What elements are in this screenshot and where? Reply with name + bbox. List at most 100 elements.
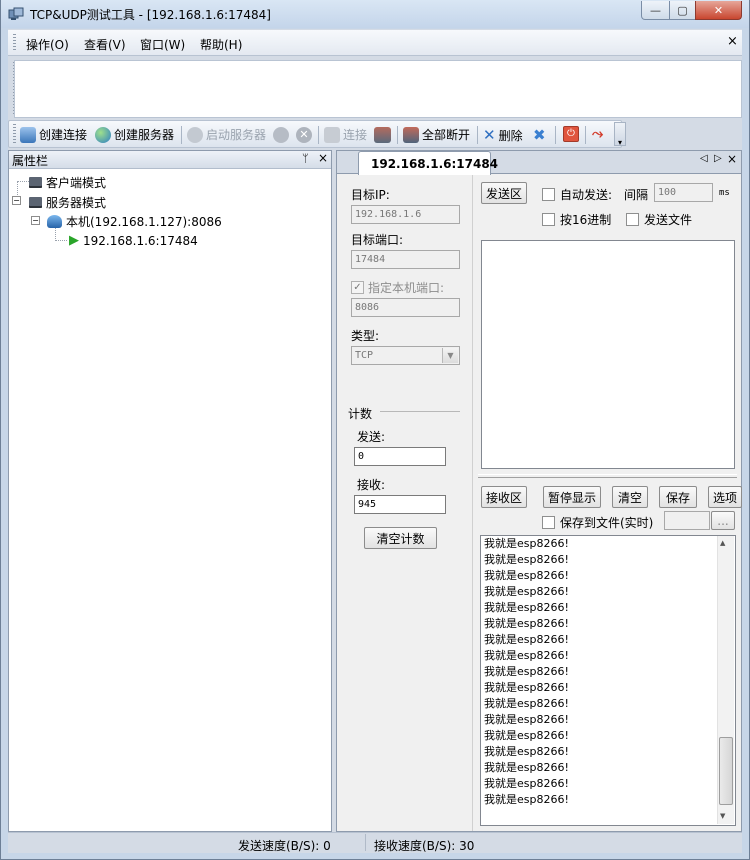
target-port-field[interactable]: 17484 (351, 250, 460, 269)
save-button[interactable]: 保存 (659, 486, 697, 508)
exit-icon[interactable]: ⤳ (592, 126, 603, 142)
local-port-check-label: 指定本机端口: (368, 281, 445, 295)
power-icon[interactable]: ⏻ (563, 126, 579, 142)
server-mode-label: 服务器模式 (46, 196, 107, 210)
local-host-label: 本机(192.168.1.127):8086 (66, 215, 222, 229)
recv-line: 我就是esp8266! (484, 729, 569, 742)
save-realtime-checkbox[interactable]: 保存到文件(实时) (542, 514, 653, 531)
pin-icon[interactable]: ᛘ (302, 152, 309, 165)
auto-send-checkbox[interactable]: 自动发送: (542, 186, 612, 203)
checkbox-icon (542, 213, 555, 226)
tree-item-remote-peer[interactable]: ▶ 192.168.1.6:17484 (69, 233, 198, 248)
empty-band (14, 60, 742, 118)
toolbar-separator (555, 126, 556, 144)
minimize-button[interactable]: — (641, 1, 670, 20)
tree-item-local-host[interactable]: 本机(192.168.1.127):8086 (47, 213, 222, 230)
status-divider (365, 834, 366, 851)
tab-label: 192.168.1.6:17484 (371, 156, 499, 171)
delete-button[interactable]: ✕ 删除 (483, 126, 523, 144)
save-realtime-label: 保存到文件(实时) (560, 516, 654, 530)
send-area-button[interactable]: 发送区 (481, 182, 527, 204)
hex-checkbox[interactable]: 按16进制 (542, 211, 611, 228)
type-label: 类型: (351, 329, 380, 343)
clear-count-button[interactable]: 清空计数 (364, 527, 437, 549)
menu-view[interactable]: 查看(V) (84, 36, 126, 53)
panel-close-icon[interactable]: × (318, 151, 328, 165)
disconnect-all-button[interactable]: 全部断开 (403, 126, 470, 143)
close-window-button[interactable]: ✕ (695, 1, 742, 20)
tab-session[interactable]: 192.168.1.6:17484 (358, 151, 498, 175)
recv-line: 我就是esp8266! (484, 665, 569, 678)
connect-label: 连接 (343, 128, 368, 142)
menu-close-icon[interactable]: × (727, 34, 738, 49)
stop-server-icon[interactable] (273, 127, 289, 143)
disconnect-all-label: 全部断开 (422, 128, 471, 142)
menu-operate[interactable]: 操作(O) (26, 36, 69, 53)
tree-item-client-mode[interactable]: 客户端模式 (29, 174, 106, 191)
scroll-up-icon[interactable]: ▲ (720, 539, 725, 547)
count-group-title: 计数 (348, 407, 373, 421)
delete-all-icon[interactable]: ✖ (533, 126, 546, 144)
tab-prev-icon[interactable]: ◁ (700, 153, 708, 164)
interval-label: 间隔 (624, 188, 649, 202)
send-textarea[interactable] (481, 240, 735, 469)
auto-send-label: 自动发送: (560, 188, 613, 202)
send-count-field[interactable]: 0 (354, 447, 446, 466)
toolbar-grip[interactable] (13, 124, 16, 144)
start-server-button[interactable]: 启动服务器 (187, 126, 266, 143)
recv-line: 我就是esp8266! (484, 585, 569, 598)
menu-window[interactable]: 窗口(W) (140, 36, 185, 53)
local-port-field[interactable]: 8086 (351, 298, 460, 317)
options-button[interactable]: 选项 (708, 486, 742, 508)
recv-count-field[interactable]: 945 (354, 495, 446, 514)
target-ip-field[interactable]: 192.168.1.6 (351, 205, 460, 224)
local-port-checkbox[interactable]: ✓ 指定本机端口: (351, 279, 444, 296)
tree-item-server-mode[interactable]: 服务器模式 (29, 194, 106, 211)
disconnect-all-icon (403, 126, 419, 143)
recv-area-button[interactable]: 接收区 (481, 486, 527, 508)
create-server-button[interactable]: 创建服务器 (95, 126, 174, 143)
send-file-checkbox[interactable]: 发送文件 (626, 211, 692, 228)
recv-line: 我就是esp8266! (484, 745, 569, 758)
users-icon (47, 215, 62, 228)
connect-icon (324, 126, 340, 143)
splitter[interactable] (478, 474, 737, 478)
recv-line: 我就是esp8266! (484, 777, 569, 790)
recv-textarea[interactable]: 我就是esp8266! 我就是esp8266! 我就是esp8266! 我就是e… (481, 536, 717, 824)
maximize-button[interactable]: ▢ (669, 1, 696, 20)
scroll-thumb[interactable] (719, 737, 733, 805)
save-path-field[interactable] (664, 511, 710, 530)
menu-help[interactable]: 帮助(H) (200, 36, 242, 53)
recv-line: 我就是esp8266! (484, 713, 569, 726)
toolbar-overflow-icon[interactable]: ▾ (614, 122, 626, 147)
users-icon (187, 126, 203, 143)
interval-unit: ms (719, 188, 730, 198)
recv-line: 我就是esp8266! (484, 793, 569, 806)
target-port-label: 目标端口: (351, 233, 404, 247)
scroll-down-icon[interactable]: ▼ (720, 812, 725, 820)
browse-button[interactable]: ... (711, 511, 735, 530)
clear-recv-button[interactable]: 清空 (612, 486, 648, 508)
recv-line: 我就是esp8266! (484, 601, 569, 614)
new-connection-icon (20, 126, 36, 143)
tree-collapse-toggle[interactable]: − (31, 216, 40, 225)
menu-grip[interactable] (13, 34, 16, 52)
create-connection-button[interactable]: 创建连接 (20, 126, 87, 143)
window-title: TCP&UDP测试工具 - [192.168.1.6:17484] (30, 8, 271, 22)
computer-icon (29, 177, 42, 188)
pause-display-button[interactable]: 暂停显示 (543, 486, 601, 508)
tree-collapse-toggle[interactable]: − (12, 196, 21, 205)
recv-line: 我就是esp8266! (484, 569, 569, 582)
checkbox-icon (542, 516, 555, 529)
tab-next-icon[interactable]: ▷ (714, 153, 722, 164)
chevron-down-icon[interactable]: ▼ (442, 348, 458, 363)
disconnect-icon[interactable] (374, 127, 391, 143)
cancel-circle-icon[interactable]: ✕ (296, 127, 312, 143)
tab-close-icon[interactable]: × (727, 152, 737, 166)
interval-field[interactable]: 100 (654, 183, 713, 202)
toolbar-separator (181, 126, 182, 144)
connect-button[interactable]: 连接 (324, 126, 367, 143)
recv-count-label: 接收: (357, 478, 386, 492)
toolbar-separator (397, 126, 398, 144)
recv-line: 我就是esp8266! (484, 761, 569, 774)
